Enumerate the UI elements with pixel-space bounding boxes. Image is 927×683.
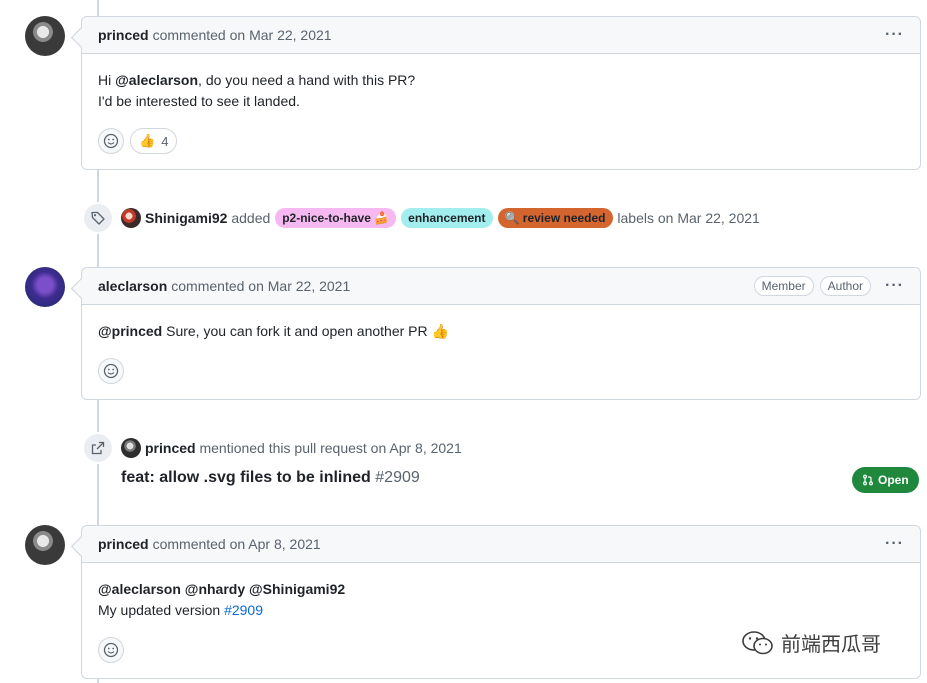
reaction-count: 4 [161,133,169,149]
comment-header: princed commented on Apr 8, 2021 ··· [82,526,920,563]
user-mention[interactable]: @aleclarson [115,72,198,88]
pr-number[interactable]: #2909 [375,469,420,486]
add-reaction-button[interactable] [98,637,124,663]
pr-link[interactable]: #2909 [224,602,263,618]
add-reaction-button[interactable] [98,358,124,384]
avatar[interactable] [121,208,141,228]
avatar[interactable] [25,525,65,565]
event-actor[interactable]: princed [145,440,196,456]
event-description[interactable]: mentioned this pull request on Apr 8, 20… [199,440,461,456]
comment-body: @aleclarson @nhardy @Shinigami92 My upda… [82,563,920,637]
smiley-icon [103,642,119,658]
comment-text: I'd be interested to see it landed. [98,93,300,109]
watermark: 前端西瓜哥 [741,628,881,657]
wechat-icon [742,630,773,654]
avatar[interactable] [25,267,65,307]
comment-body: Hi @aleclarson, do you need a hand with … [82,54,920,128]
pull-request-icon [863,474,873,486]
label-review-needed[interactable]: 🔍 review needed [497,208,613,228]
comment-header: princed commented on Mar 22, 2021 ··· [82,17,920,54]
pr-state-label: Open [878,473,909,487]
comment-timestamp[interactable]: commented on Mar 22, 2021 [153,27,332,43]
reactions-bar [82,358,920,398]
more-options-icon[interactable]: ··· [877,277,904,295]
comment-text: My updated version [98,602,225,618]
pr-title[interactable]: feat: allow .svg files to be inlined [121,469,371,486]
comment: princed commented on Mar 22, 2021 ··· Hi… [81,16,921,170]
smiley-icon [103,133,119,149]
label-event-text: Shinigami92 added p2-nice-to-have 🍰 enha… [121,208,760,228]
event-suffix[interactable]: labels on Mar 22, 2021 [617,210,759,226]
event-verb: added [231,210,271,226]
mention-event-text: princed mentioned this pull request on A… [121,438,462,458]
more-options-icon[interactable]: ··· [877,535,904,553]
event-actor[interactable]: Shinigami92 [145,210,227,226]
comment-text: Hi [98,72,116,88]
comment-author[interactable]: princed [98,536,149,552]
comment-author[interactable]: princed [98,27,149,43]
comment-body: @princed Sure, you can fork it and open … [82,305,920,358]
avatar[interactable] [121,438,141,458]
user-mentions[interactable]: @aleclarson @nhardy @Shinigami92 [98,579,904,600]
pr-state-badge: Open [852,467,919,493]
add-reaction-button[interactable] [98,128,124,154]
cross-reference-icon [82,432,114,464]
comment-header: aleclarson commented on Mar 22, 2021 Mem… [82,268,920,305]
author-badge: Author [819,276,872,296]
comment-timestamp[interactable]: commented on Apr 8, 2021 [153,536,321,552]
tag-icon [82,202,114,234]
label-enhancement[interactable]: enhancement [401,208,493,228]
cross-reference-event: princed mentioned this pull request on A… [82,432,842,464]
label-event: Shinigami92 added p2-nice-to-have 🍰 enha… [82,202,842,234]
watermark-text: 前端西瓜哥 [781,632,881,656]
thumbs-up-icon: 👍 [139,133,156,148]
avatar[interactable] [25,16,65,56]
comment: aleclarson commented on Mar 22, 2021 Mem… [81,267,921,400]
comment-text: Sure, you can fork it and open another P… [162,323,449,339]
user-mention[interactable]: @princed [98,323,162,339]
label-p2-nice-to-have[interactable]: p2-nice-to-have 🍰 [275,208,397,228]
more-options-icon[interactable]: ··· [877,26,904,44]
comment-timestamp[interactable]: commented on Mar 22, 2021 [171,278,350,294]
smiley-icon [103,363,119,379]
reactions-bar: 👍 4 [82,128,920,168]
member-badge: Member [753,276,814,296]
comment-author[interactable]: aleclarson [98,278,167,294]
thumbs-up-reaction[interactable]: 👍 4 [130,128,178,154]
comment-text: , do you need a hand with this PR? [198,72,416,88]
referenced-pr-link[interactable]: feat: allow .svg files to be inlined #29… [121,469,420,487]
